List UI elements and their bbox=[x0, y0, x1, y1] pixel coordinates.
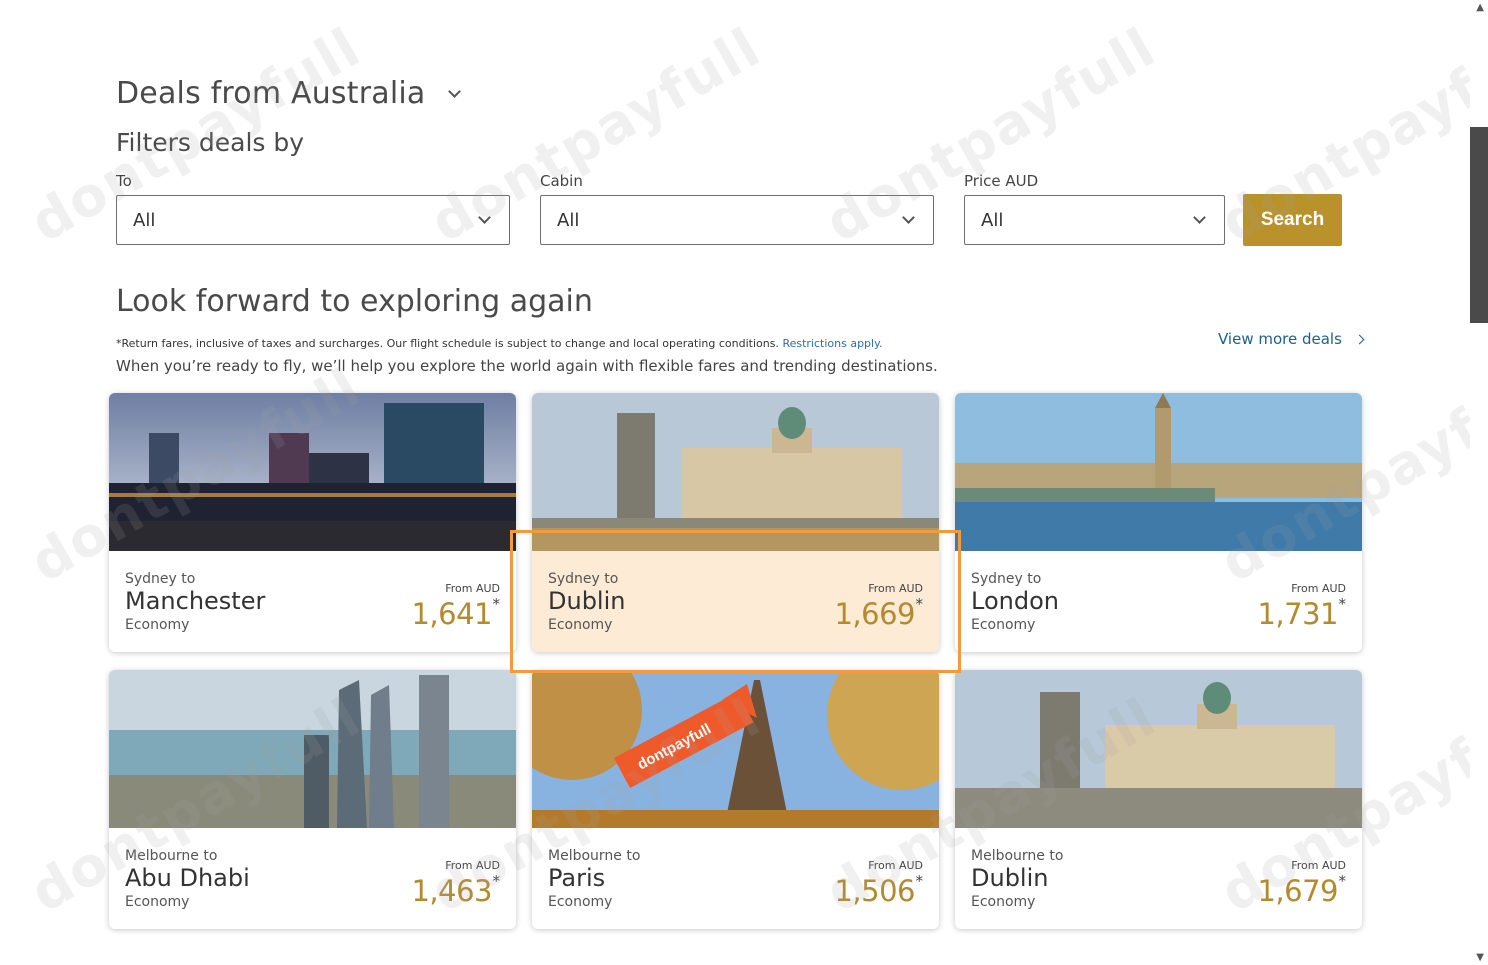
deal-cabin: Economy bbox=[548, 617, 613, 633]
chevron-down-icon bbox=[478, 210, 491, 224]
deal-cabin: Economy bbox=[125, 617, 190, 633]
deal-origin: Melbourne to bbox=[125, 848, 218, 864]
deal-from-label: From AUD bbox=[1291, 859, 1346, 872]
deal-card-body: Sydney to Manchester Economy From AUD 1,… bbox=[109, 551, 516, 652]
deal-cabin: Economy bbox=[125, 894, 190, 910]
deal-card-body: Sydney to London Economy From AUD 1,731 … bbox=[955, 551, 1362, 652]
deal-origin: Sydney to bbox=[548, 571, 619, 587]
deal-destination: London bbox=[971, 587, 1059, 615]
deal-origin: Melbourne to bbox=[971, 848, 1064, 864]
vertical-scrollbar[interactable]: ▲ ▼ bbox=[1470, 0, 1488, 965]
deal-card-body: Melbourne to Paris Economy From AUD 1,50… bbox=[532, 828, 939, 929]
cabin-select[interactable]: All bbox=[540, 195, 934, 245]
deal-price: 1,641 bbox=[411, 597, 492, 631]
view-more-label: View more deals bbox=[1218, 330, 1342, 348]
section-title: Look forward to exploring again bbox=[116, 284, 593, 319]
deal-card-body: Melbourne to Abu Dhabi Economy From AUD … bbox=[109, 828, 516, 929]
deals-heading[interactable]: Deals from Australia bbox=[116, 76, 461, 111]
view-more-deals-link[interactable]: View more deals bbox=[1218, 330, 1365, 348]
deal-cabin: Economy bbox=[971, 894, 1036, 910]
chevron-down-icon bbox=[1193, 210, 1206, 224]
deal-destination: Dublin bbox=[548, 587, 626, 615]
disclaimer-text: *Return fares, inclusive of taxes and su… bbox=[116, 337, 779, 350]
london-big-ben-image bbox=[955, 393, 1362, 551]
deal-card-manchester[interactable]: Sydney to Manchester Economy From AUD 1,… bbox=[109, 393, 516, 652]
cabin-select-value: All bbox=[557, 209, 580, 231]
deals-page: Deals from Australia Filters deals by To… bbox=[0, 0, 1488, 965]
deal-card-london[interactable]: Sydney to London Economy From AUD 1,731 … bbox=[955, 393, 1362, 652]
deal-price: 1,679 bbox=[1257, 874, 1338, 908]
section-intro: When you’re ready to fly, we’ll help you… bbox=[116, 357, 938, 375]
deal-origin: Melbourne to bbox=[548, 848, 641, 864]
deal-price: 1,669 bbox=[834, 597, 915, 631]
deal-from-label: From AUD bbox=[868, 859, 923, 872]
price-asterisk: * bbox=[1338, 872, 1347, 890]
restrictions-link[interactable]: Restrictions apply. bbox=[782, 337, 882, 350]
deal-card-paris[interactable]: dontpayfull Melbourne to Paris Economy F… bbox=[532, 670, 939, 929]
deal-destination: Abu Dhabi bbox=[125, 864, 250, 892]
deal-card-body: Melbourne to Dublin Economy From AUD 1,6… bbox=[955, 828, 1362, 929]
price-asterisk: * bbox=[492, 595, 501, 613]
deal-from-label: From AUD bbox=[445, 582, 500, 595]
price-select-value: All bbox=[981, 209, 1004, 231]
deal-cabin: Economy bbox=[971, 617, 1036, 633]
deal-card-abu-dhabi[interactable]: Melbourne to Abu Dhabi Economy From AUD … bbox=[109, 670, 516, 929]
scroll-down-arrow-icon[interactable]: ▼ bbox=[1476, 952, 1484, 963]
scroll-up-arrow-icon[interactable]: ▲ bbox=[1476, 2, 1484, 13]
price-select[interactable]: All bbox=[964, 195, 1225, 245]
deal-card-dublin[interactable]: Sydney to Dublin Economy From AUD 1,669 … bbox=[532, 393, 939, 652]
deal-price: 1,506 bbox=[834, 874, 915, 908]
chevron-down-icon[interactable] bbox=[447, 85, 461, 98]
dublin-custom-house-image bbox=[532, 393, 939, 551]
filter-price-label: Price AUD bbox=[964, 172, 1039, 190]
deal-from-label: From AUD bbox=[1291, 582, 1346, 595]
manchester-city-skyline-image bbox=[109, 393, 516, 551]
price-asterisk: * bbox=[492, 872, 501, 890]
deal-from-label: From AUD bbox=[868, 582, 923, 595]
filter-to-label: To bbox=[116, 172, 132, 190]
filter-to: To All bbox=[116, 172, 510, 245]
search-button[interactable]: Search bbox=[1243, 194, 1342, 246]
deal-destination: Paris bbox=[548, 864, 606, 892]
price-asterisk: * bbox=[1338, 595, 1347, 613]
filter-cabin: Cabin All bbox=[540, 172, 934, 245]
chevron-right-icon bbox=[1354, 334, 1365, 344]
deal-card-body: Sydney to Dublin Economy From AUD 1,669 … bbox=[532, 551, 939, 652]
abu-dhabi-towers-image bbox=[109, 670, 516, 828]
filters-title: Filters deals by bbox=[116, 128, 305, 157]
fare-disclaimer: *Return fares, inclusive of taxes and su… bbox=[116, 337, 883, 350]
price-asterisk: * bbox=[915, 872, 924, 890]
to-select[interactable]: All bbox=[116, 195, 510, 245]
dublin-custom-house-image bbox=[955, 670, 1362, 828]
page-title: Deals from Australia bbox=[116, 76, 426, 111]
deal-price: 1,463 bbox=[411, 874, 492, 908]
chevron-down-icon bbox=[902, 210, 915, 224]
deal-card-dublin-melbourne[interactable]: Melbourne to Dublin Economy From AUD 1,6… bbox=[955, 670, 1362, 929]
scrollbar-thumb[interactable] bbox=[1470, 127, 1488, 323]
deal-price: 1,731 bbox=[1257, 597, 1338, 631]
deal-origin: Sydney to bbox=[125, 571, 196, 587]
price-asterisk: * bbox=[915, 595, 924, 613]
to-select-value: All bbox=[133, 209, 156, 231]
deal-destination: Manchester bbox=[125, 587, 266, 615]
deal-cabin: Economy bbox=[548, 894, 613, 910]
paris-eiffel-tower-image: dontpayfull bbox=[532, 670, 939, 828]
deal-origin: Sydney to bbox=[971, 571, 1042, 587]
deal-destination: Dublin bbox=[971, 864, 1049, 892]
filter-price: Price AUD All bbox=[964, 172, 1225, 245]
filter-cabin-label: Cabin bbox=[540, 172, 583, 190]
deal-from-label: From AUD bbox=[445, 859, 500, 872]
